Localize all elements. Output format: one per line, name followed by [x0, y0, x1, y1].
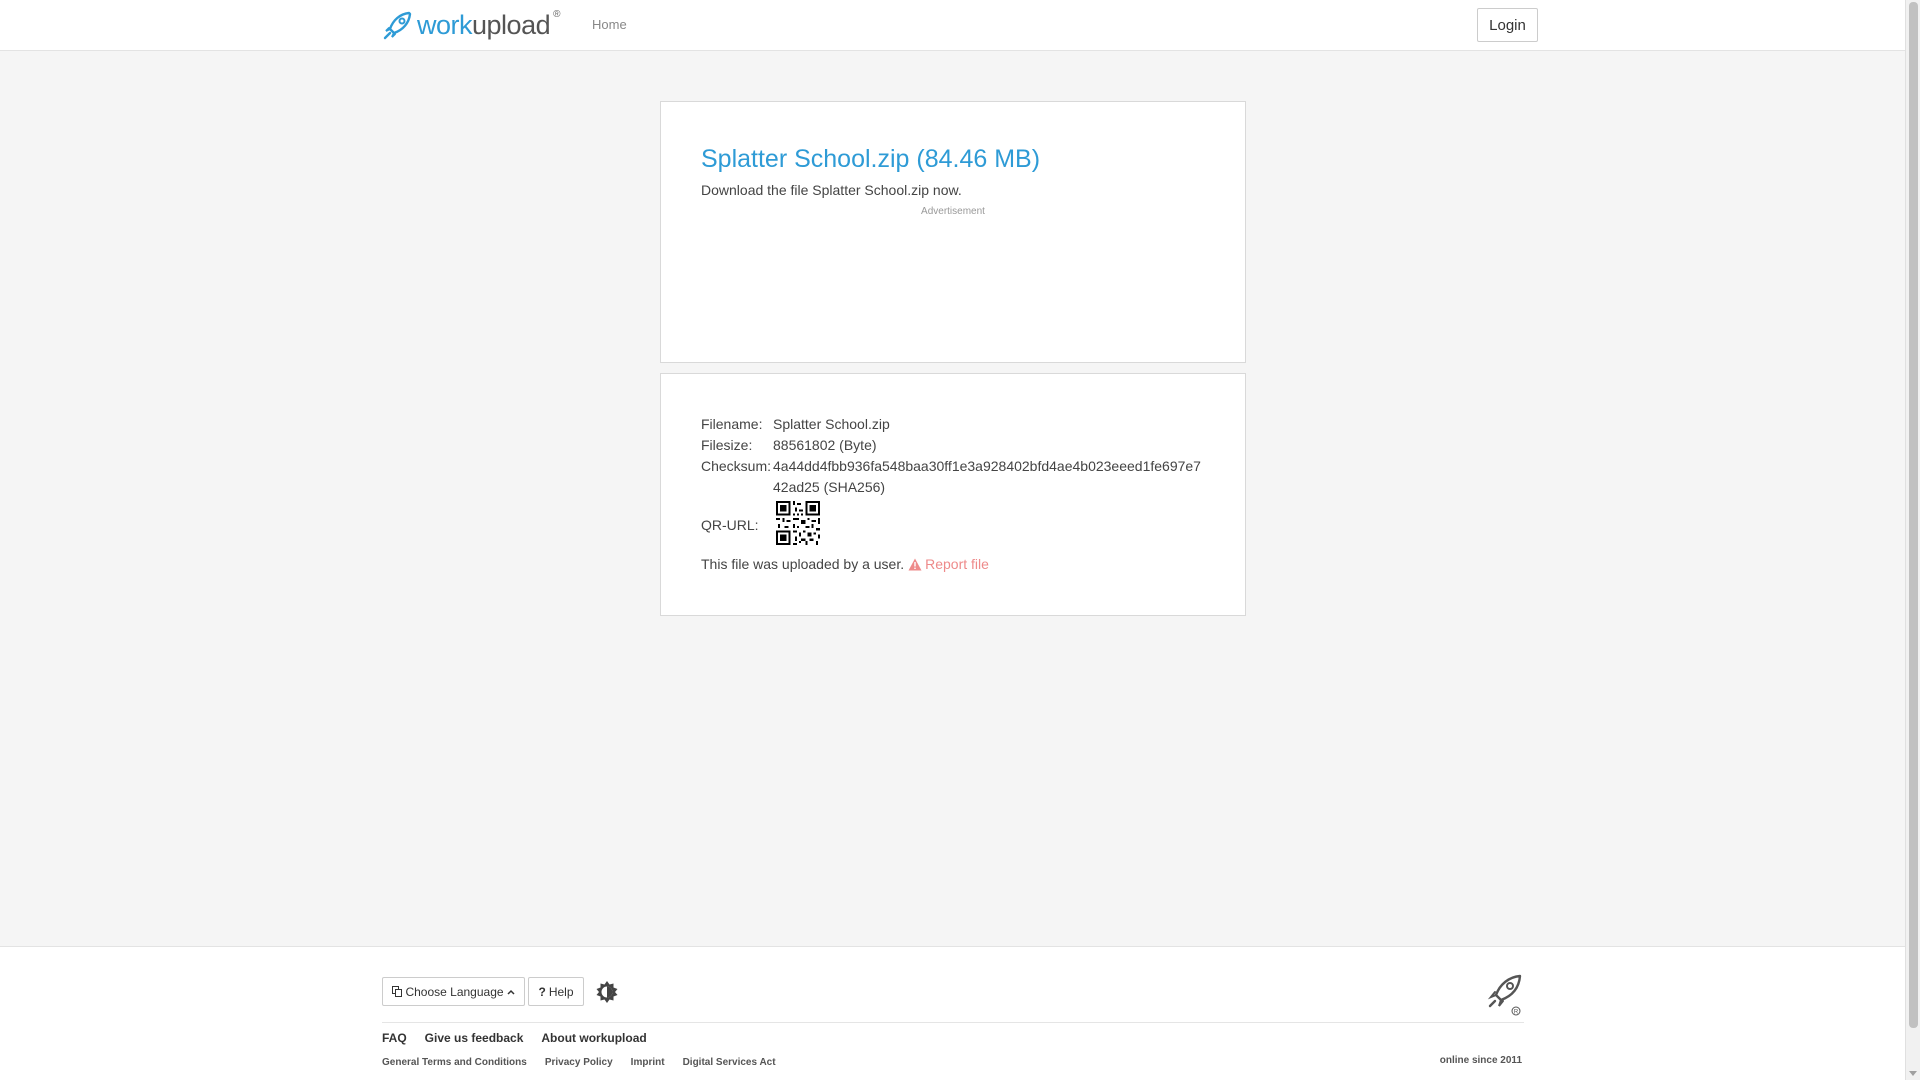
scrollbar-thumb[interactable] [1909, 2, 1918, 1028]
footer-secondary-links: General Terms and Conditions Privacy Pol… [382, 1057, 776, 1068]
brand-wordmark: workupload [417, 9, 551, 40]
page-scrollbar[interactable] [1905, 0, 1920, 1080]
checksum-value-line1: 4a44dd4fbb936fa548baa30ff1e3a928402bfd4a… [773, 458, 1201, 474]
warning-icon [908, 558, 922, 570]
footer-divider [382, 1022, 1524, 1023]
chevron-up-icon [507, 989, 515, 995]
help-button[interactable]: ? Help [528, 977, 584, 1006]
report-file-link[interactable]: Report file [908, 556, 989, 572]
feedback-link[interactable]: Give us feedback [425, 1031, 524, 1045]
uploaded-by-user-text: This file was uploaded by a user. [701, 556, 905, 572]
filesize-label: Filesize: [701, 437, 753, 453]
question-icon: ? [538, 984, 546, 999]
filesize-value: 88561802 (Byte) [773, 437, 877, 453]
privacy-link[interactable]: Privacy Policy [545, 1057, 613, 1068]
dsa-link[interactable]: Digital Services Act [683, 1057, 776, 1068]
checksum-label: Checksum: [701, 458, 772, 474]
imprint-link[interactable]: Imprint [631, 1057, 665, 1068]
theme-toggle-icon[interactable] [595, 981, 619, 1003]
page-footer: Choose Language ? Help R FAQ Give us fee… [0, 946, 1905, 1080]
top-navbar: workupload ® Home Login [0, 0, 1905, 51]
choose-language-button[interactable]: Choose Language [382, 977, 525, 1006]
qr-code-icon[interactable] [776, 501, 820, 545]
language-icon [392, 986, 403, 997]
choose-language-label: Choose Language [405, 984, 504, 999]
brand-logo[interactable]: workupload ® [382, 7, 560, 43]
terms-link[interactable]: General Terms and Conditions [382, 1057, 527, 1068]
filename-value: Splatter School.zip [773, 416, 890, 432]
advertisement-label: Advertisement [921, 206, 985, 217]
qr-url-label: QR-URL: [701, 517, 759, 533]
footer-primary-links: FAQ Give us feedback About workupload [382, 1031, 647, 1045]
brand-registered-mark: ® [553, 9, 561, 20]
footer-rocket-icon: R [1487, 974, 1522, 1016]
file-info-card: Filename: Splatter School.zip Filesize: … [660, 373, 1246, 616]
about-link[interactable]: About workupload [541, 1031, 646, 1045]
checksum-value-line2: 42ad25 (SHA256) [773, 479, 886, 495]
faq-link[interactable]: FAQ [382, 1031, 407, 1045]
svg-text:R: R [1514, 1010, 1519, 1016]
nav-home-link[interactable]: Home [592, 17, 627, 32]
online-since-text: online since 2011 [1439, 1055, 1522, 1066]
download-subtitle: Download the file Splatter School.zip no… [701, 182, 962, 198]
rocket-logo-icon [383, 11, 412, 40]
download-card: Splatter School.zip (84.46 MB) Download … [660, 101, 1246, 363]
report-file-label: Report file [925, 556, 989, 572]
filename-label: Filename: [701, 416, 763, 432]
scroll-down-arrow-icon[interactable] [1909, 1071, 1917, 1076]
help-label: Help [548, 984, 574, 999]
file-title: Splatter School.zip (84.46 MB) [701, 145, 1041, 173]
login-button[interactable]: Login [1477, 8, 1538, 42]
uploaded-by-user-line: This file was uploaded by a user. Report… [701, 556, 989, 572]
